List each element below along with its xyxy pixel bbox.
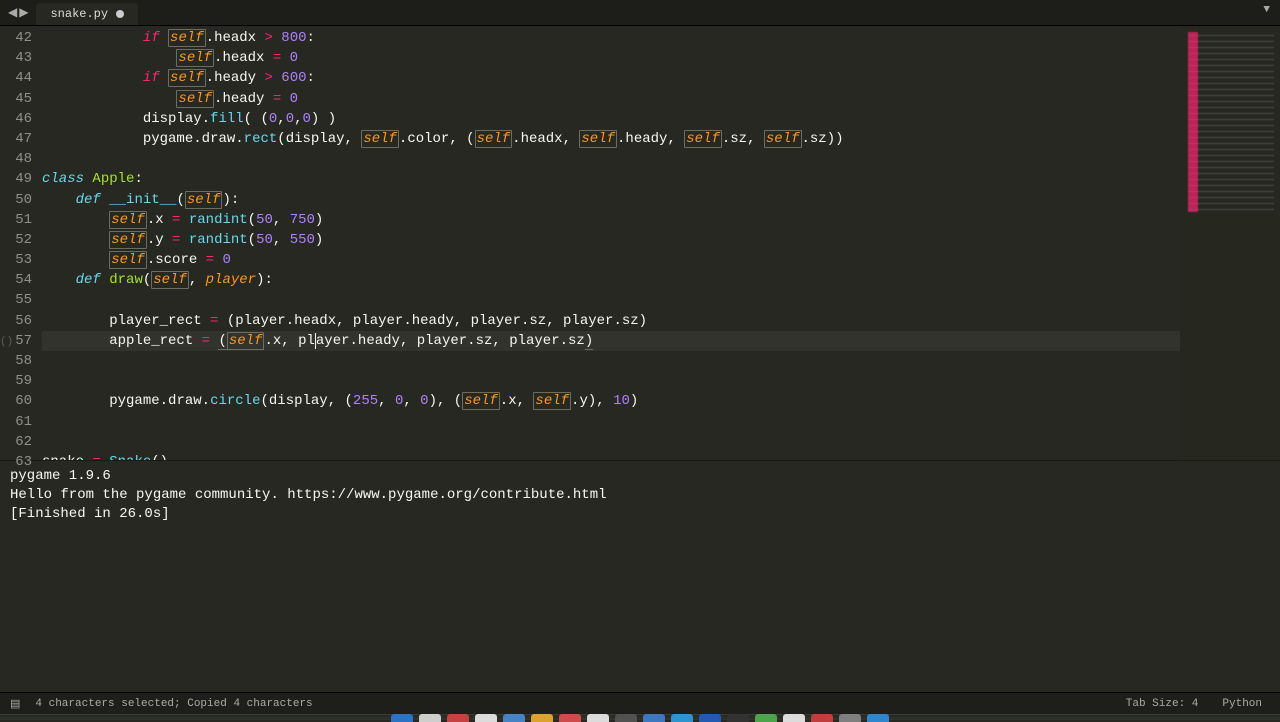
status-syntax[interactable]: Python <box>1214 698 1270 710</box>
line-number: 45 <box>0 89 32 109</box>
code-line[interactable]: pygame.draw.rect(display, self.color, (s… <box>42 129 1180 149</box>
line-number: 58 <box>0 351 32 371</box>
line-number: 42 <box>0 28 32 48</box>
code-line[interactable] <box>42 351 1180 371</box>
minimap-content <box>1188 32 1274 212</box>
line-number: 43 <box>0 48 32 68</box>
dirty-indicator-icon <box>116 10 124 18</box>
build-output-panel[interactable]: pygame 1.9.6 Hello from the pygame commu… <box>0 460 1280 692</box>
line-number: 49 <box>0 169 32 189</box>
line-number: 50 <box>0 190 32 210</box>
line-number-gutter[interactable]: 4243444546474849505152535455565758596061… <box>0 26 42 460</box>
code-line[interactable]: self.heady = 0 <box>42 89 1180 109</box>
line-number: 52 <box>0 230 32 250</box>
line-number: 62 <box>0 432 32 452</box>
code-line[interactable]: player_rect = (player.headx, player.head… <box>42 311 1180 331</box>
tab-menu-toggle[interactable]: ▼ <box>1253 0 1280 25</box>
line-number: 55 <box>0 290 32 310</box>
tab-snake-py[interactable]: snake.py <box>36 3 138 25</box>
line-number: 53 <box>0 250 32 270</box>
line-number: 63 <box>0 452 32 472</box>
line-number: 57 <box>0 331 32 351</box>
tab-bar: ◀ ▶ snake.py ▼ <box>0 0 1280 26</box>
line-number: 60 <box>0 391 32 411</box>
line-number: 59 <box>0 371 32 391</box>
status-tabsize[interactable]: Tab Size: 4 <box>1118 698 1207 710</box>
code-line[interactable] <box>42 432 1180 452</box>
code-line[interactable]: self.score = 0 <box>42 250 1180 270</box>
hamburger-icon[interactable]: ▤ <box>10 697 19 711</box>
nav-back-icon[interactable]: ◀ <box>8 5 17 20</box>
code-line[interactable] <box>42 371 1180 391</box>
code-line[interactable]: if self.headx > 800: <box>42 28 1180 48</box>
dock <box>0 714 1280 720</box>
minimap[interactable] <box>1180 26 1280 460</box>
code-line[interactable]: apple_rect = (self.x, player.heady, play… <box>42 331 1180 351</box>
line-number: 54 <box>0 270 32 290</box>
code-line[interactable]: def draw(self, player): <box>42 270 1180 290</box>
line-number: 51 <box>0 210 32 230</box>
line-number: 61 <box>0 412 32 432</box>
code-line[interactable] <box>42 290 1180 310</box>
line-number: 46 <box>0 109 32 129</box>
code-line[interactable]: self.headx = 0 <box>42 48 1180 68</box>
code-line[interactable]: display.fill( (0,0,0) ) <box>42 109 1180 129</box>
line-number: 44 <box>0 68 32 88</box>
code-line[interactable]: snake = Snake() <box>42 452 1180 460</box>
code-line[interactable]: if self.heady > 600: <box>42 68 1180 88</box>
nav-arrows: ◀ ▶ <box>0 0 36 25</box>
code-line[interactable]: self.x = randint(50, 750) <box>42 210 1180 230</box>
code-line[interactable]: def __init__(self): <box>42 190 1180 210</box>
code-line[interactable]: self.y = randint(50, 550) <box>42 230 1180 250</box>
status-bar: ▤ 4 characters selected; Copied 4 charac… <box>0 692 1280 714</box>
line-number: 56 <box>0 311 32 331</box>
tab-filename: snake.py <box>50 7 108 21</box>
code-line[interactable]: pygame.draw.circle(display, (255, 0, 0),… <box>42 391 1180 411</box>
line-number: 47 <box>0 129 32 149</box>
line-number: 48 <box>0 149 32 169</box>
nav-forward-icon[interactable]: ▶ <box>19 5 28 20</box>
code-line[interactable] <box>42 149 1180 169</box>
status-selection: 4 characters selected; Copied 4 characte… <box>27 698 320 710</box>
code-line[interactable] <box>42 412 1180 432</box>
code-editor[interactable]: if self.headx > 800: self.headx = 0 if s… <box>42 26 1180 460</box>
editor-area: 4243444546474849505152535455565758596061… <box>0 26 1280 460</box>
code-line[interactable]: class Apple: <box>42 169 1180 189</box>
